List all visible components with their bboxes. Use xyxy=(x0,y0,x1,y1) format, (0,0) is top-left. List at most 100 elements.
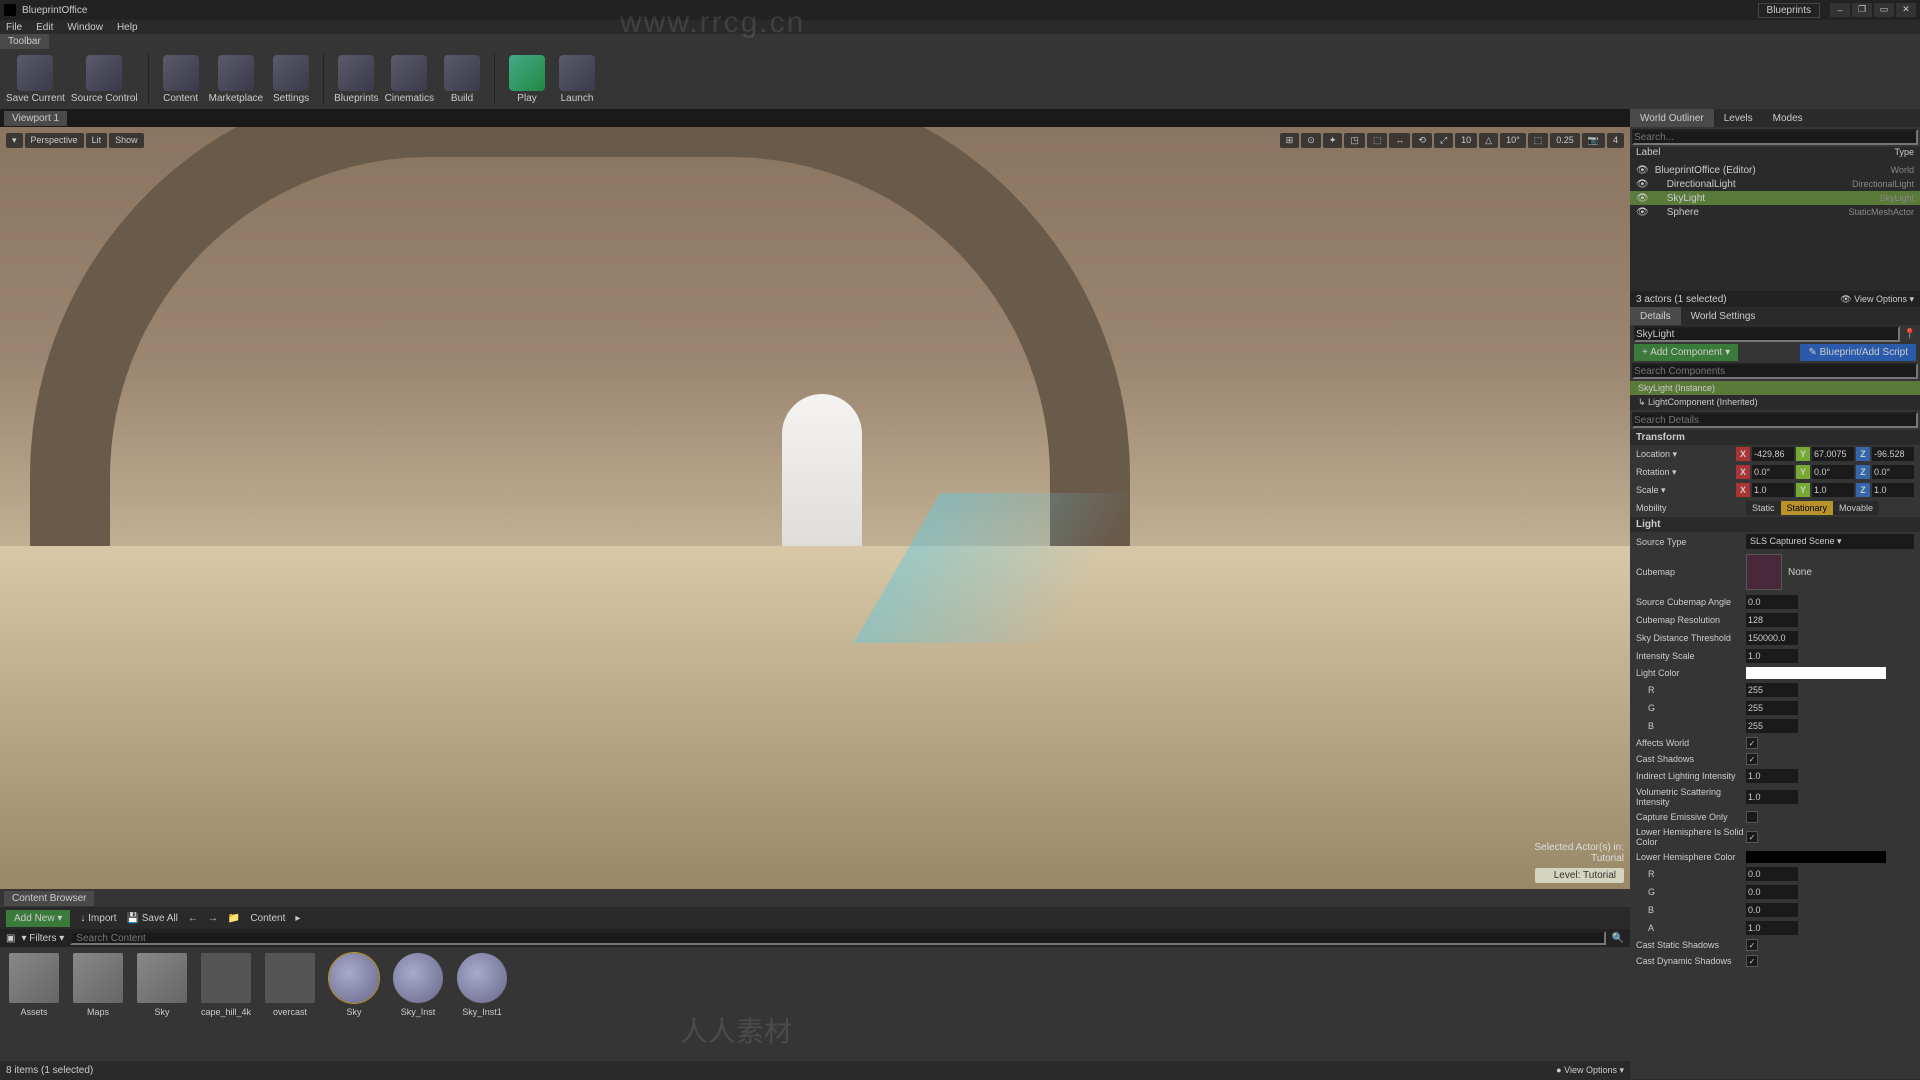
viewport-tool-7[interactable]: ⤢ xyxy=(1434,133,1453,148)
nav-back-icon[interactable]: ← xyxy=(188,913,198,924)
sources-toggle-icon[interactable]: ▣ xyxy=(6,933,15,944)
viewport-tool-14[interactable]: 4 xyxy=(1607,133,1624,148)
location-x-input[interactable]: -429.86 xyxy=(1752,447,1794,461)
blueprint-add-script-button[interactable]: ✎ Blueprint/Add Script xyxy=(1800,344,1916,361)
cast-dynamic-shadows-checkbox[interactable] xyxy=(1746,955,1758,967)
outliner-view-options[interactable]: 👁 View Options ▾ xyxy=(1840,294,1914,305)
project-badge[interactable]: Blueprints xyxy=(1758,3,1820,18)
cubemap-slot[interactable] xyxy=(1746,554,1782,590)
viewport-perspective-button[interactable]: Perspective xyxy=(25,133,84,148)
viewport-tool-0[interactable]: ⊞ xyxy=(1280,133,1300,148)
outliner-search-input[interactable] xyxy=(1632,129,1918,145)
viewport-lit-button[interactable]: Lit xyxy=(86,133,108,148)
add-new-button[interactable]: Add New ▾ xyxy=(6,910,70,927)
toolbar-launch-button[interactable]: Launch xyxy=(555,55,599,104)
toolbar-blueprints-button[interactable]: Blueprints xyxy=(334,55,378,104)
component-item[interactable]: ↳ LightComponent (Inherited) xyxy=(1630,395,1920,410)
light-color-r-input[interactable]: 255 xyxy=(1746,683,1798,697)
menu-file[interactable]: File xyxy=(6,22,22,33)
nav-forward-icon[interactable]: → xyxy=(208,913,218,924)
viewport-show-button[interactable]: Show xyxy=(109,133,144,148)
menu-window[interactable]: Window xyxy=(67,22,103,33)
import-button[interactable]: ↓ Import xyxy=(80,913,116,924)
lower-hemisphere-color-swatch[interactable] xyxy=(1746,851,1886,863)
lower-color-b-input[interactable]: 0.0 xyxy=(1746,903,1798,917)
asset-sky[interactable]: Sky xyxy=(326,953,382,1055)
outliner-row-directionallight[interactable]: 👁DirectionalLightDirectionalLight xyxy=(1630,177,1920,191)
toolbar-settings-button[interactable]: Settings xyxy=(269,55,313,104)
tab-world-settings[interactable]: World Settings xyxy=(1681,307,1766,325)
indirect-intensity-input[interactable]: 1.0 xyxy=(1746,769,1798,783)
breadcrumb-chevron-icon[interactable]: ▸ xyxy=(295,913,300,924)
asset-assets[interactable]: Assets xyxy=(6,953,62,1055)
search-icon[interactable]: 🔍 xyxy=(1612,933,1624,944)
details-search-input[interactable] xyxy=(1632,412,1918,428)
outliner-col-type[interactable]: Type xyxy=(1894,147,1914,163)
light-color-g-input[interactable]: 255 xyxy=(1746,701,1798,715)
toolbar-cinematics-button[interactable]: Cinematics xyxy=(385,55,434,104)
viewport-tool-11[interactable]: ⬚ xyxy=(1528,133,1549,148)
lower-color-r-input[interactable]: 0.0 xyxy=(1746,867,1798,881)
toolbar-content-button[interactable]: Content xyxy=(159,55,203,104)
category-light[interactable]: Light xyxy=(1630,517,1920,532)
rotation-x-input[interactable]: 0.0° xyxy=(1752,465,1794,479)
toolbar-build-button[interactable]: Build xyxy=(440,55,484,104)
scale-x-input[interactable]: 1.0 xyxy=(1752,483,1794,497)
volumetric-intensity-input[interactable]: 1.0 xyxy=(1746,790,1798,804)
mobility-movable-button[interactable]: Movable xyxy=(1833,501,1879,515)
viewport-tool-2[interactable]: ✦ xyxy=(1323,133,1343,148)
asset-sky_inst[interactable]: Sky_Inst xyxy=(390,953,446,1055)
mobility-stationary-button[interactable]: Stationary xyxy=(1781,501,1834,515)
outliner-row-sphere[interactable]: 👁SphereStaticMeshActor xyxy=(1630,205,1920,219)
category-transform[interactable]: Transform xyxy=(1630,430,1920,445)
cast-static-shadows-checkbox[interactable] xyxy=(1746,939,1758,951)
light-color-swatch[interactable] xyxy=(1746,667,1886,679)
lower-hemisphere-solid-checkbox[interactable] xyxy=(1746,831,1758,843)
mobility-static-button[interactable]: Static xyxy=(1746,501,1781,515)
viewport-tool-6[interactable]: ⟲ xyxy=(1412,133,1432,148)
window-restore-button[interactable]: ❐ xyxy=(1852,3,1872,17)
capture-emissive-checkbox[interactable] xyxy=(1746,811,1758,823)
viewport-tool-12[interactable]: 0.25 xyxy=(1550,133,1580,148)
outliner-col-label[interactable]: Label xyxy=(1636,147,1660,163)
scale-z-input[interactable]: 1.0 xyxy=(1872,483,1914,497)
rotation-y-input[interactable]: 0.0° xyxy=(1812,465,1854,479)
filters-button[interactable]: ▾ Filters ▾ xyxy=(21,933,64,944)
components-search-input[interactable] xyxy=(1632,363,1918,379)
sky-distance-input[interactable]: 150000.0 xyxy=(1746,631,1798,645)
outliner-row-blueprintofficeeditor[interactable]: 👁BlueprintOffice (Editor)World xyxy=(1630,163,1920,177)
locate-icon[interactable]: 📍 xyxy=(1904,329,1916,340)
menu-edit[interactable]: Edit xyxy=(36,22,53,33)
lower-color-a-input[interactable]: 1.0 xyxy=(1746,921,1798,935)
viewport-tool-10[interactable]: 10° xyxy=(1500,133,1526,148)
toolbar-save-current-button[interactable]: Save Current xyxy=(6,55,65,104)
asset-cape_hill_4k[interactable]: cape_hill_4k xyxy=(198,953,254,1055)
viewport-tab[interactable]: Viewport 1 xyxy=(4,111,67,126)
viewport-tool-3[interactable]: ◳ xyxy=(1344,133,1365,148)
asset-overcast[interactable]: overcast xyxy=(262,953,318,1055)
cubemap-resolution-input[interactable]: 128 xyxy=(1746,613,1798,627)
window-close-button[interactable]: ✕ xyxy=(1896,3,1916,17)
affects-world-checkbox[interactable] xyxy=(1746,737,1758,749)
viewport[interactable]: ▾PerspectiveLitShow ⊞⊙✦◳⬚↔⟲⤢10△10°⬚0.25📷… xyxy=(0,127,1630,889)
location-y-input[interactable]: 67.0075 xyxy=(1812,447,1854,461)
viewport-tool-4[interactable]: ⬚ xyxy=(1367,133,1388,148)
tab-details[interactable]: Details xyxy=(1630,307,1681,325)
light-color-b-input[interactable]: 255 xyxy=(1746,719,1798,733)
viewport-▾-button[interactable]: ▾ xyxy=(6,133,23,148)
add-component-button[interactable]: + Add Component ▾ xyxy=(1634,344,1738,361)
content-search-input[interactable] xyxy=(70,931,1605,945)
asset-sky_inst1[interactable]: Sky_Inst1 xyxy=(454,953,510,1055)
outliner-row-skylight[interactable]: 👁SkyLightSkyLight xyxy=(1630,191,1920,205)
lower-color-g-input[interactable]: 0.0 xyxy=(1746,885,1798,899)
content-browser-tab[interactable]: Content Browser xyxy=(4,891,94,906)
location-z-input[interactable]: -96.528 xyxy=(1872,447,1914,461)
folder-icon[interactable]: 📁 xyxy=(228,913,240,924)
viewport-tool-13[interactable]: 📷 xyxy=(1582,133,1605,148)
toolbar-source-control-button[interactable]: Source Control xyxy=(71,55,138,104)
content-view-options[interactable]: ● View Options ▾ xyxy=(1556,1065,1624,1076)
toolbar-marketplace-button[interactable]: Marketplace xyxy=(209,55,263,104)
asset-sky[interactable]: Sky xyxy=(134,953,190,1055)
source-cubemap-angle-input[interactable]: 0.0 xyxy=(1746,595,1798,609)
menu-help[interactable]: Help xyxy=(117,22,138,33)
